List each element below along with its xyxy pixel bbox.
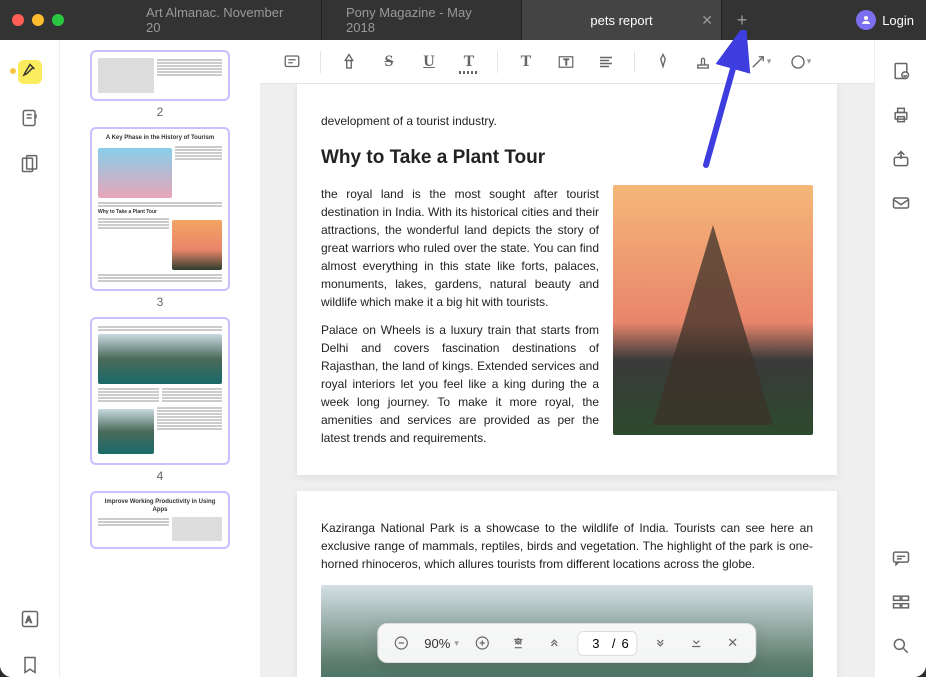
documents-icon[interactable] [18, 152, 42, 176]
total-pages: 6 [621, 636, 628, 651]
textbox-tool-icon[interactable]: T [550, 46, 582, 78]
share-icon[interactable] [890, 148, 912, 170]
pen-tool-icon[interactable] [647, 46, 679, 78]
svg-text:T: T [564, 58, 569, 67]
page-separator: / [612, 636, 616, 651]
tab-label: pets report [590, 13, 652, 28]
page-number: 2 [157, 105, 164, 119]
eiffel-tower-image [613, 185, 813, 435]
squiggly-tool-icon[interactable]: T [453, 46, 485, 78]
page-input-group: / 6 [577, 631, 638, 656]
close-window-button[interactable] [12, 14, 24, 26]
zoom-out-button[interactable] [388, 630, 414, 656]
highlighter-tool-icon[interactable] [18, 60, 42, 84]
prev-page-button[interactable] [541, 630, 567, 656]
tab-bar: Art Almanac. November 20 Pony Magazine -… [122, 0, 848, 40]
tab-label: Pony Magazine - May 2018 [346, 5, 497, 35]
first-page-button[interactable] [505, 630, 531, 656]
window-controls [12, 14, 64, 26]
paragraph-3: Kaziranga National Park is a showcase to… [321, 519, 813, 573]
page-edit-icon[interactable] [890, 60, 912, 82]
svg-text:A: A [25, 614, 31, 624]
login-label: Login [882, 13, 914, 28]
title-bar: Art Almanac. November 20 Pony Magazine -… [0, 0, 926, 40]
thumbnail-page-4[interactable]: 4 [90, 317, 230, 483]
zoom-level[interactable]: 90%▾ [424, 636, 459, 651]
bookmark-icon[interactable] [18, 653, 42, 677]
thumb-subtitle: Why to Take a Plant Tour [98, 209, 222, 216]
right-sidebar [874, 40, 926, 677]
next-page-button[interactable] [648, 630, 674, 656]
intro-trail: development of a tourist industry. [321, 112, 813, 130]
properties-icon[interactable] [890, 591, 912, 613]
current-page-input[interactable] [586, 636, 606, 651]
ocr-icon[interactable]: A [18, 607, 42, 631]
page-navigator: 90%▾ / 6 ✕ [377, 623, 756, 663]
close-pager-button[interactable]: ✕ [720, 630, 746, 656]
page-number: 4 [157, 469, 164, 483]
tab-label: Art Almanac. November 20 [146, 5, 297, 35]
minimize-window-button[interactable] [32, 14, 44, 26]
shape-tool-icon[interactable]: ▾ [784, 46, 816, 78]
last-page-button[interactable] [684, 630, 710, 656]
text-tool-icon[interactable]: T [510, 46, 542, 78]
tab-art-almanac[interactable]: Art Almanac. November 20 [122, 0, 322, 40]
thumbnail-page-2[interactable]: 2 [90, 50, 230, 119]
annotation-toolbar: S U T T T ▾ ▾ [260, 40, 874, 84]
thumbnail-page-3[interactable]: A Key Phase in the History of Tourism Wh… [90, 127, 230, 309]
new-tab-button[interactable]: + [722, 0, 762, 40]
tab-pony-magazine[interactable]: Pony Magazine - May 2018 [322, 0, 522, 40]
zoom-in-button[interactable] [469, 630, 495, 656]
stamp-tool-icon[interactable] [687, 46, 719, 78]
left-sidebar: A [0, 40, 60, 677]
mail-icon[interactable] [890, 192, 912, 214]
align-tool-icon[interactable] [590, 46, 622, 78]
tab-pets-report[interactable]: pets report ✕ [522, 0, 722, 40]
comment-icon[interactable] [890, 547, 912, 569]
login-button[interactable]: Login [856, 10, 914, 30]
strikethrough-tool-icon[interactable]: S [373, 46, 405, 78]
main-area: S U T T T ▾ ▾ development of a tourist i… [260, 40, 874, 677]
search-icon[interactable] [890, 635, 912, 657]
highlight-tool-icon[interactable] [333, 46, 365, 78]
annotations-icon[interactable] [18, 106, 42, 130]
thumb-title: Improve Working Productivity in Using Ap… [98, 499, 222, 515]
close-tab-icon[interactable]: ✕ [701, 12, 713, 29]
thumb-title: A Key Phase in the History of Tourism [98, 135, 222, 143]
document-viewport[interactable]: development of a tourist industry. Why t… [260, 84, 874, 677]
underline-tool-icon[interactable]: U [413, 46, 445, 78]
document-page-3: development of a tourist industry. Why t… [297, 84, 837, 475]
note-tool-icon[interactable] [276, 46, 308, 78]
page-heading: Why to Take a Plant Tour [321, 144, 813, 173]
maximize-window-button[interactable] [52, 14, 64, 26]
arrow-tool-icon[interactable]: ▾ [744, 46, 776, 78]
thumbnail-page-5[interactable]: Improve Working Productivity in Using Ap… [90, 491, 230, 549]
avatar-icon [856, 10, 876, 30]
print-icon[interactable] [890, 104, 912, 126]
page-number: 3 [157, 295, 164, 309]
thumbnail-panel: 2 A Key Phase in the History of Tourism … [60, 40, 260, 677]
